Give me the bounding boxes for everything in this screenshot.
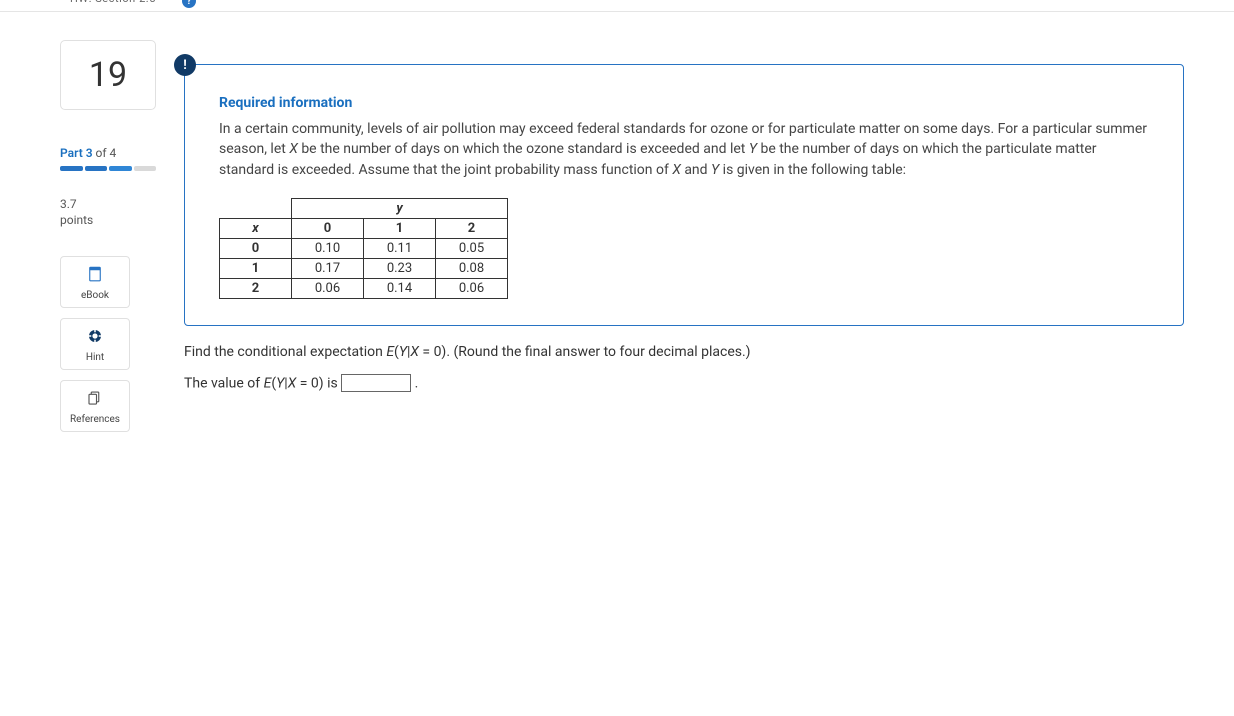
var-x2: X [672, 162, 681, 178]
cell-2-1: 0.14 [364, 278, 436, 298]
var-y: Y [749, 141, 757, 157]
main-area: ! Required information In a certain comm… [184, 40, 1184, 432]
a-eq0: = 0) [296, 375, 323, 391]
part-progress [60, 166, 156, 171]
required-info-card: ! Required information In a certain comm… [184, 64, 1184, 326]
book-icon [86, 265, 104, 286]
y-axis-label: y [292, 198, 508, 218]
table-row: 1 0.17 0.23 0.08 [220, 258, 508, 278]
var-x: X [289, 141, 298, 157]
table-row: 0 0.10 0.11 0.05 [220, 238, 508, 258]
cell-2-2: 0.06 [436, 278, 508, 298]
cell-1-1: 0.23 [364, 258, 436, 278]
cell-2-0: 0.06 [292, 278, 364, 298]
table-corner [220, 198, 292, 218]
q-prefix: Find the conditional expectation [184, 344, 386, 360]
q-eq0: = 0) [419, 344, 446, 360]
required-info-text: In a certain community, levels of air po… [219, 119, 1149, 180]
progress-seg-1 [60, 166, 83, 171]
question-number-box: 19 [60, 40, 156, 110]
ebook-button[interactable]: eBook [60, 256, 130, 308]
lifesaver-icon [86, 327, 104, 348]
copy-icon [86, 389, 104, 410]
part-label: Part 3 of 4 [60, 146, 156, 160]
cell-1-2: 0.08 [436, 258, 508, 278]
progress-seg-3 [109, 166, 132, 171]
q-E: E [386, 344, 394, 360]
references-button[interactable]: References [60, 380, 130, 432]
hint-button[interactable]: Hint [60, 318, 130, 370]
y-header-0: 0 [292, 218, 364, 238]
progress-seg-4 [134, 166, 157, 171]
breadcrumb-truncated: HW: Section 2.5 [70, 0, 156, 5]
text-seg-2: be the number of days on which the ozone… [298, 141, 749, 157]
answer-line: The value of E(Y|X = 0) is . [184, 374, 1184, 392]
points-label: points [60, 213, 156, 229]
progress-seg-2 [85, 166, 108, 171]
q-X: X [410, 344, 419, 360]
text-and: and [681, 162, 711, 178]
jpmf-table: y x 0 1 2 0 0.10 0.11 0.05 1 0.17 0. [219, 198, 508, 299]
top-bar: HW: Section 2.5 ? [0, 0, 1234, 12]
alert-icon: ! [174, 54, 196, 76]
x-header-2: 2 [220, 278, 292, 298]
answer-input[interactable] [341, 374, 411, 392]
y-header-1: 1 [364, 218, 436, 238]
page-body: 19 Part 3 of 4 3.7 points eBook Hint [0, 12, 1234, 472]
text-seg-4: is given in the following table: [719, 162, 906, 178]
cell-0-0: 0.10 [292, 238, 364, 258]
q-Y: Y [399, 344, 407, 360]
cell-1-0: 0.17 [292, 258, 364, 278]
ebook-label: eBook [81, 290, 109, 301]
a-prefix: The value of [184, 375, 264, 391]
table-row: 2 0.06 0.14 0.06 [220, 278, 508, 298]
y-header-2: 2 [436, 218, 508, 238]
points: 3.7 points [60, 197, 156, 228]
sidebar: 19 Part 3 of 4 3.7 points eBook Hint [60, 40, 156, 432]
cell-0-2: 0.05 [436, 238, 508, 258]
var-y2: Y [711, 162, 719, 178]
q-suffix: . (Round the final answer to four decima… [446, 344, 750, 360]
required-info-title: Required information [219, 95, 1149, 111]
cell-0-1: 0.11 [364, 238, 436, 258]
x-header-0: 0 [220, 238, 292, 258]
points-value: 3.7 [60, 197, 156, 213]
references-label: References [70, 414, 120, 425]
part-current: Part 3 [60, 146, 93, 160]
hint-label: Hint [86, 352, 104, 363]
question-text: Find the conditional expectation E(Y|X =… [184, 344, 1184, 360]
x-axis-label: x [220, 218, 292, 238]
info-badge-icon[interactable]: ? [182, 0, 196, 8]
part-total: of 4 [96, 146, 117, 160]
x-header-1: 1 [220, 258, 292, 278]
a-X: X [288, 375, 297, 391]
a-is: is [324, 375, 342, 391]
a-period: . [415, 375, 419, 391]
